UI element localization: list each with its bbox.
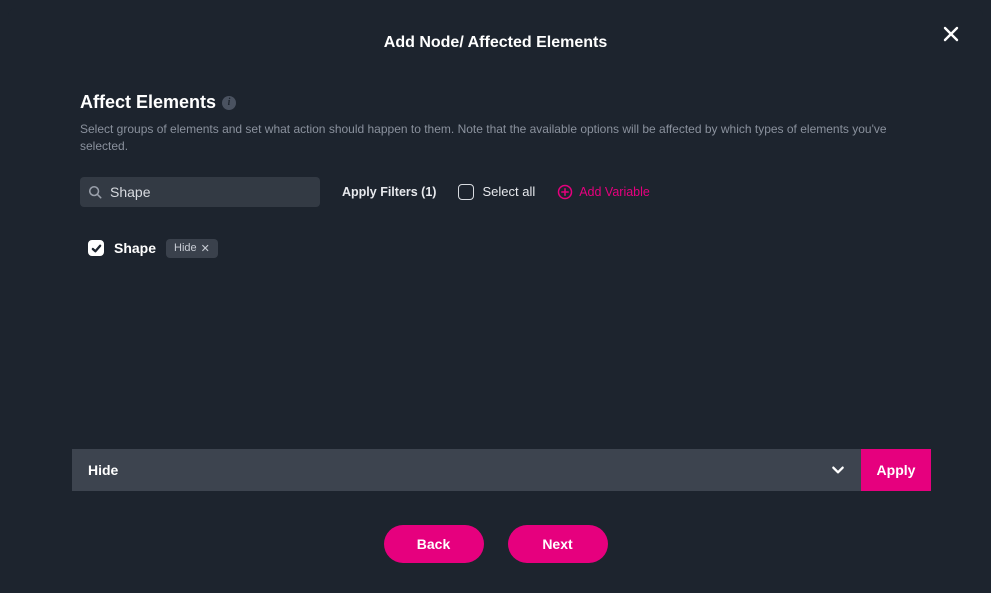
close-icon	[942, 25, 960, 43]
checkbox-checked-icon	[88, 240, 104, 256]
tag-text: Hide	[174, 242, 197, 254]
select-all-label: Select all	[482, 184, 535, 199]
plus-circle-icon	[557, 184, 573, 200]
footer-buttons: Back Next	[8, 525, 983, 563]
section-title: Affect Elements	[80, 92, 216, 113]
info-icon[interactable]: i	[222, 96, 236, 110]
element-label: Shape	[114, 240, 156, 256]
element-tag: Hide ✕	[166, 239, 218, 258]
search-input[interactable]	[80, 177, 320, 207]
section-description: Select groups of elements and set what a…	[80, 121, 911, 155]
action-bar: Hide Apply	[72, 449, 931, 491]
select-all-checkbox[interactable]: Select all	[458, 184, 535, 200]
modal-add-node: Add Node/ Affected Elements Affect Eleme…	[8, 8, 983, 593]
element-checkbox[interactable]	[88, 240, 104, 256]
element-row: Shape Hide ✕	[80, 239, 911, 258]
action-select-value: Hide	[88, 462, 118, 478]
chevron-down-icon	[831, 463, 845, 477]
search-icon	[88, 185, 102, 199]
checkbox-box-icon	[458, 184, 474, 200]
add-variable-label: Add Variable	[579, 185, 650, 199]
close-button[interactable]	[939, 22, 963, 46]
filter-row: Apply Filters (1) Select all Add Variabl…	[80, 177, 911, 207]
content-area: Affect Elements i Select groups of eleme…	[8, 52, 983, 258]
search-box	[80, 177, 320, 207]
apply-filters-button[interactable]: Apply Filters (1)	[342, 185, 436, 199]
section-header: Affect Elements i	[80, 92, 911, 113]
modal-title: Add Node/ Affected Elements	[8, 8, 983, 52]
action-select[interactable]: Hide	[72, 449, 861, 491]
apply-button[interactable]: Apply	[861, 449, 931, 491]
back-button[interactable]: Back	[384, 525, 484, 563]
next-button[interactable]: Next	[508, 525, 608, 563]
tag-remove-icon[interactable]: ✕	[201, 242, 210, 255]
add-variable-button[interactable]: Add Variable	[557, 184, 650, 200]
